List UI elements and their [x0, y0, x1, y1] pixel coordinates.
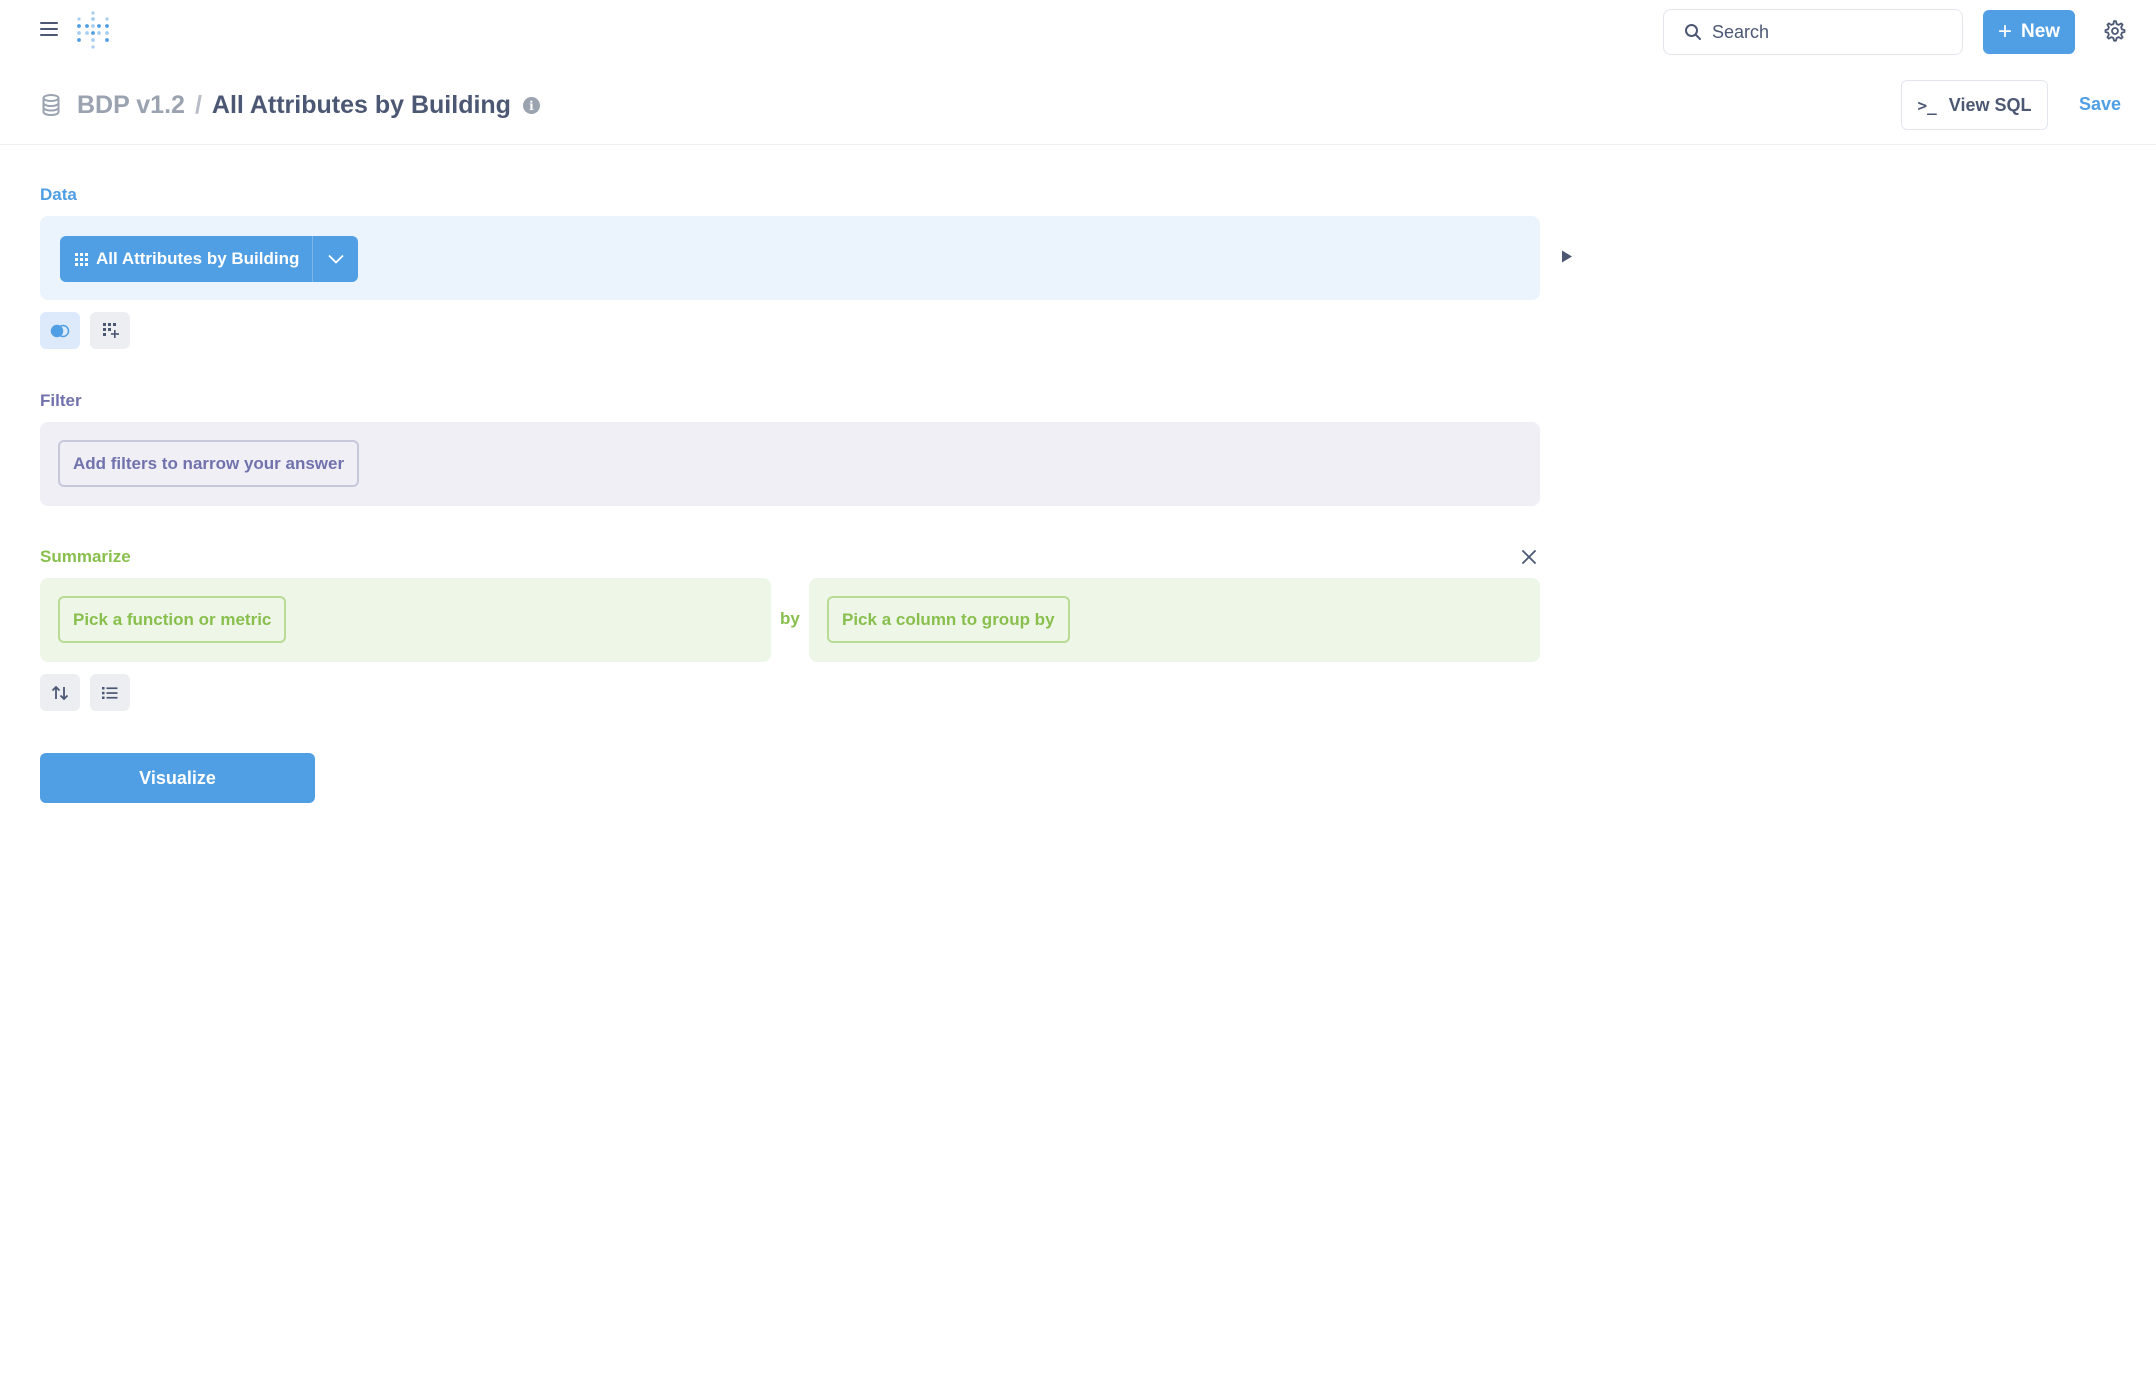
chevron-down-icon: [328, 254, 344, 264]
summarize-step-label: Summarize: [40, 547, 131, 566]
search-input[interactable]: Search: [1663, 9, 1963, 55]
terminal-icon: >_: [1917, 95, 1937, 115]
filter-step-label: Filter: [40, 391, 82, 410]
limit-button[interactable]: [90, 674, 130, 711]
grid-icon: [75, 252, 88, 266]
data-source-dropdown[interactable]: [313, 236, 358, 282]
summarize-by-label: by: [780, 609, 800, 628]
breadcrumb-database[interactable]: BDP v1.2: [77, 91, 185, 120]
visualize-button[interactable]: Visualize: [40, 753, 315, 803]
data-source-pill[interactable]: All Attributes by Building: [60, 236, 359, 282]
breadcrumb: BDP v1.2 / All Attributes by Building i: [77, 91, 540, 120]
new-button[interactable]: + New: [1983, 10, 2075, 54]
sort-button[interactable]: [40, 674, 80, 711]
data-step-label: Data: [40, 185, 77, 204]
filter-step: Add filters to narrow your answer: [40, 422, 1540, 506]
pick-metric-button[interactable]: Pick a function or metric: [58, 596, 287, 643]
gear-icon[interactable]: [2104, 20, 2126, 42]
save-button[interactable]: Save: [2079, 94, 2121, 115]
query-header: BDP v1.2 / All Attributes by Building i …: [0, 62, 2156, 145]
summarize-group-step: Pick a column to group by: [809, 578, 1540, 662]
summarize-metric-step: Pick a function or metric: [40, 578, 771, 662]
join-button[interactable]: [40, 312, 80, 349]
custom-column-icon: [102, 323, 119, 338]
data-source-label: All Attributes by Building: [96, 249, 300, 268]
breadcrumb-separator: /: [194, 91, 202, 119]
metabase-logo[interactable]: [75, 11, 111, 49]
top-nav: Search + New: [0, 0, 2156, 62]
hamburger-icon[interactable]: [40, 22, 58, 38]
search-placeholder: Search: [1712, 21, 1770, 42]
data-source-button[interactable]: All Attributes by Building: [60, 236, 314, 282]
view-sql-button[interactable]: >_ View SQL: [1901, 80, 2048, 130]
custom-column-button[interactable]: [90, 312, 130, 349]
pick-group-by-button[interactable]: Pick a column to group by: [827, 596, 1070, 643]
sort-icon: [51, 685, 69, 700]
join-icon: [50, 324, 70, 337]
add-filter-button[interactable]: Add filters to narrow your answer: [58, 440, 360, 487]
limit-icon: [102, 686, 118, 699]
info-icon[interactable]: i: [522, 97, 540, 114]
database-icon: [42, 94, 60, 116]
new-button-label: New: [2020, 21, 2061, 42]
search-icon: [1685, 24, 1701, 40]
page-title[interactable]: All Attributes by Building: [212, 91, 511, 120]
view-sql-label: View SQL: [1948, 94, 2032, 115]
plus-icon: +: [1997, 18, 2012, 45]
data-step: All Attributes by Building: [40, 216, 1540, 300]
play-icon[interactable]: [1561, 250, 1573, 263]
close-icon[interactable]: [1520, 548, 1538, 566]
